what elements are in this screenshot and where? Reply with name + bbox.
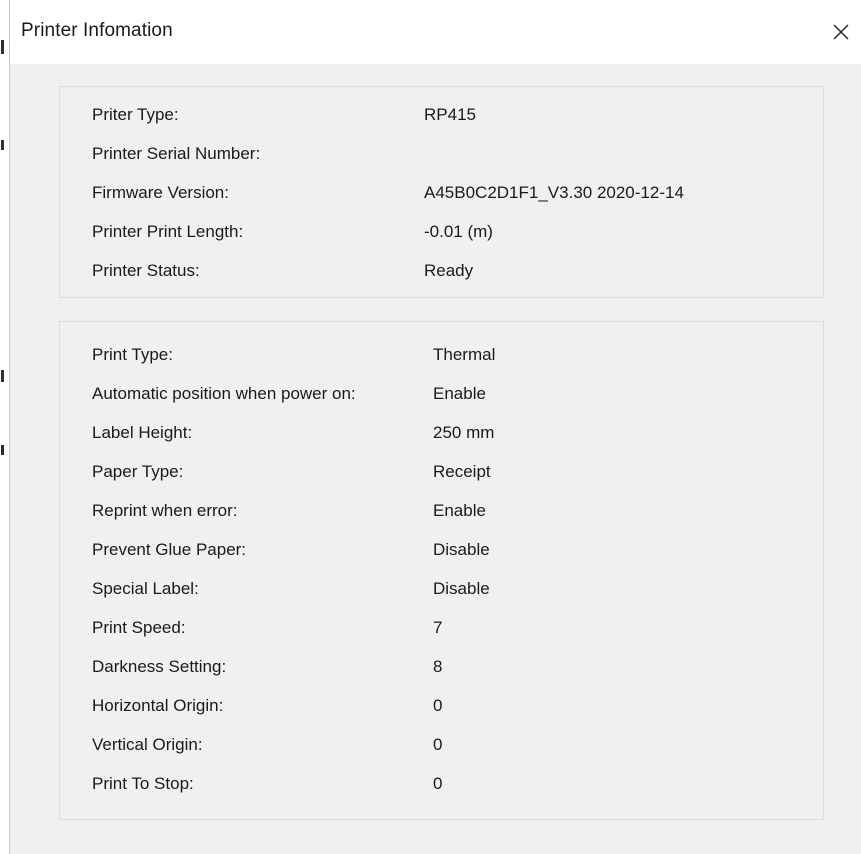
setting-value: Thermal	[433, 345, 496, 364]
setting-label: Vertical Origin:	[92, 735, 203, 754]
setting-label: Automatic position when power on:	[92, 384, 356, 403]
setting-value: Receipt	[433, 462, 491, 481]
setting-label: Horizontal Origin:	[92, 696, 224, 715]
setting-row-print-speed: Print Speed: 7	[60, 614, 823, 642]
info-row-print-length: Printer Print Length: -0.01 (m)	[60, 218, 823, 246]
info-label: Priter Type:	[92, 105, 179, 124]
setting-value: 0	[433, 735, 443, 754]
setting-value: Disable	[433, 579, 490, 598]
setting-label: Print Speed:	[92, 618, 186, 637]
title-bar[interactable]: Printer Infomation	[10, 0, 861, 64]
setting-row-horizontal-origin: Horizontal Origin: 0	[60, 692, 823, 720]
setting-label: Darkness Setting:	[92, 657, 227, 676]
background-window-edge	[0, 0, 10, 854]
setting-value: 0	[433, 774, 443, 793]
setting-value: Enable	[433, 384, 486, 403]
setting-label: Paper Type:	[92, 462, 184, 481]
setting-row-label-height: Label Height: 250 mm	[60, 419, 823, 447]
close-button[interactable]	[821, 12, 861, 52]
info-row-firmware-version: Firmware Version: A45B0C2D1F1_V3.30 2020…	[60, 179, 823, 207]
setting-label: Special Label:	[92, 579, 199, 598]
info-value: RP415	[424, 105, 476, 124]
setting-label: Label Height:	[92, 423, 193, 442]
info-label: Printer Serial Number:	[92, 144, 261, 163]
info-value: Ready	[424, 261, 474, 280]
setting-row-paper-type: Paper Type: Receipt	[60, 458, 823, 486]
info-label: Printer Status:	[92, 261, 200, 280]
setting-value: 7	[433, 618, 443, 637]
edge-mark	[1, 40, 4, 54]
info-row-serial-number: Printer Serial Number:	[60, 140, 823, 168]
info-row-printer-type: Priter Type: RP415	[60, 101, 823, 129]
setting-row-print-type: Print Type: Thermal	[60, 341, 823, 369]
setting-label: Reprint when error:	[92, 501, 238, 520]
setting-value: 8	[433, 657, 443, 676]
dialog-title: Printer Infomation	[21, 20, 173, 41]
printer-settings-group: Print Type: Thermal Automatic position w…	[59, 321, 824, 820]
setting-label: Prevent Glue Paper:	[92, 540, 247, 559]
setting-value: 250 mm	[433, 423, 495, 442]
setting-row-print-to-stop: Print To Stop: 0	[60, 770, 823, 798]
setting-value: Disable	[433, 540, 490, 559]
setting-row-vertical-origin: Vertical Origin: 0	[60, 731, 823, 759]
setting-row-auto-position: Automatic position when power on: Enable	[60, 380, 823, 408]
setting-value: 0	[433, 696, 443, 715]
close-icon	[833, 24, 849, 40]
edge-mark	[1, 370, 4, 382]
info-label: Firmware Version:	[92, 183, 229, 202]
setting-row-darkness: Darkness Setting: 8	[60, 653, 823, 681]
printer-info-dialog: Printer Infomation Priter Type: RP415 Pr…	[0, 0, 861, 854]
setting-row-reprint-when-error: Reprint when error: Enable	[60, 497, 823, 525]
info-value: A45B0C2D1F1_V3.30 2020-12-14	[424, 183, 684, 202]
edge-mark	[1, 445, 4, 455]
setting-label: Print Type:	[92, 345, 173, 364]
dialog-body: Priter Type: RP415 Printer Serial Number…	[10, 64, 861, 854]
info-row-printer-status: Printer Status: Ready	[60, 257, 823, 285]
setting-row-special-label: Special Label: Disable	[60, 575, 823, 603]
setting-label: Print To Stop:	[92, 774, 194, 793]
printer-info-group: Priter Type: RP415 Printer Serial Number…	[59, 86, 824, 298]
info-label: Printer Print Length:	[92, 222, 244, 241]
edge-mark	[1, 140, 4, 150]
setting-row-prevent-glue-paper: Prevent Glue Paper: Disable	[60, 536, 823, 564]
setting-value: Enable	[433, 501, 486, 520]
info-value: -0.01 (m)	[424, 222, 493, 241]
